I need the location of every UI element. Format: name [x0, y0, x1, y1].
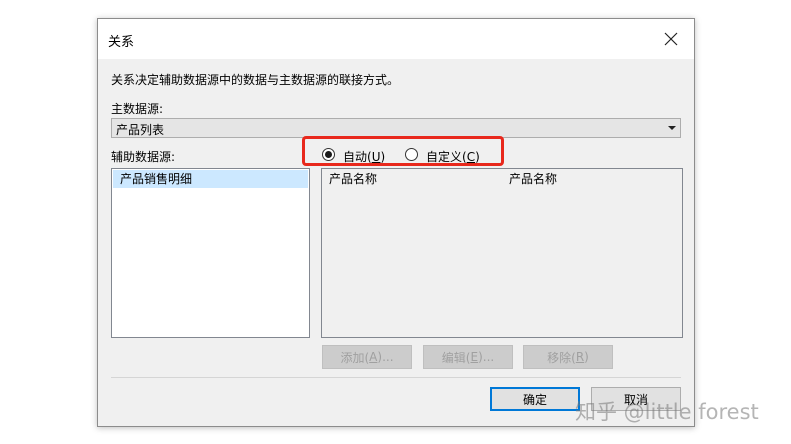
close-button[interactable]: [648, 19, 694, 59]
secondary-source-list[interactable]: 产品销售明细: [111, 168, 310, 338]
list-item[interactable]: 产品销售明细: [113, 170, 308, 188]
watermark: 知乎 @little forest: [575, 400, 759, 424]
relationship-dialog: 关系 关系决定辅助数据源中的数据与主数据源的联接方式。 主数据源: 产品列表 辅…: [97, 18, 695, 427]
edit-button[interactable]: 编辑(E)...: [423, 345, 513, 369]
chevron-down-icon: [668, 126, 676, 130]
custom-radio[interactable]: [405, 148, 418, 161]
dialog-title: 关系: [108, 35, 135, 50]
close-icon: [664, 32, 678, 46]
title-bar: 关系: [98, 19, 694, 59]
custom-radio-label[interactable]: 自定义(C): [426, 148, 480, 165]
auto-radio-label[interactable]: 自动(U): [343, 148, 385, 165]
main-source-label: 主数据源:: [111, 102, 164, 116]
remove-button[interactable]: 移除(R): [523, 345, 613, 369]
main-source-value: 产品列表: [116, 123, 165, 137]
ok-button[interactable]: 确定: [490, 387, 580, 411]
separator: [111, 377, 681, 378]
main-source-select[interactable]: 产品列表: [111, 118, 681, 138]
grid-column-header-2: 产品名称: [509, 172, 558, 186]
grid-column-header-1: 产品名称: [329, 172, 378, 186]
relationship-grid[interactable]: 产品名称 产品名称: [321, 168, 683, 338]
description-text: 关系决定辅助数据源中的数据与主数据源的联接方式。: [111, 73, 400, 87]
auto-radio[interactable]: [322, 148, 335, 161]
add-button[interactable]: 添加(A)...: [322, 345, 412, 369]
secondary-source-label: 辅助数据源:: [111, 150, 176, 164]
